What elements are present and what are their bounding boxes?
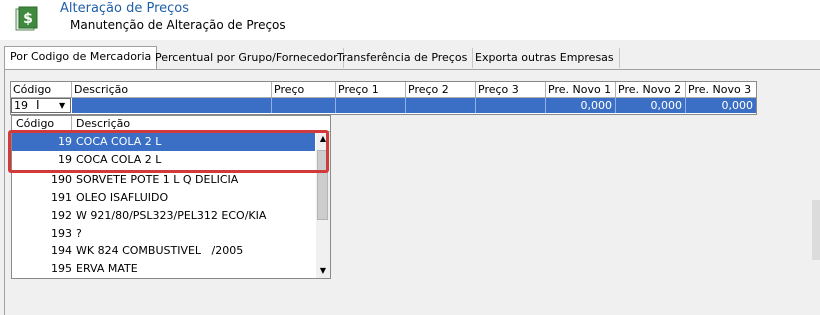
tab-bar: Por Codigo de Mercadoria Percentual por … (0, 46, 820, 70)
list-item-codigo: 193 (51, 227, 72, 240)
text-cursor-icon: I (36, 98, 40, 112)
cell-preco-1[interactable] (336, 98, 406, 113)
codigo-combo-input[interactable]: 19 I ▼ (11, 98, 71, 113)
tab-percentual[interactable]: Percentual por Grupo/Fornecedor (150, 48, 344, 68)
list-item-codigo: 190 (51, 173, 72, 186)
col-header-pre-novo-3[interactable]: Pre. Novo 3 (686, 82, 756, 98)
page-subtitle: Manutenção de Alteração de Preços (70, 18, 286, 32)
list-item-codigo: 194 (51, 244, 72, 257)
cell-pre-novo-3[interactable]: 0,000 (686, 98, 756, 113)
tab-exporta[interactable]: Exporta outras Empresas (470, 48, 620, 68)
cell-preco-3[interactable] (476, 98, 546, 113)
list-item-descricao: OLEO ISAFLUIDO (76, 191, 169, 204)
list-item-descricao: SORVETE POTE 1 L Q DELICIA (76, 173, 239, 186)
cell-preco-custo[interactable] (272, 98, 336, 113)
list-item[interactable]: 191 OLEO ISAFLUIDO (12, 189, 315, 207)
svg-text:$: $ (23, 11, 33, 27)
col-header-preco-3[interactable]: Preço 3 (476, 82, 546, 98)
col-header-preco-1[interactable]: Preço 1 (336, 82, 406, 98)
list-item[interactable]: 194 WK 824 COMBUSTIVEL /2005 (12, 242, 315, 260)
list-item-codigo: 191 (51, 191, 72, 204)
scroll-down-icon[interactable]: ▼ (316, 264, 330, 278)
chevron-down-icon[interactable]: ▼ (59, 99, 65, 112)
header: $ Alteração de Preços Manutenção de Alte… (0, 0, 820, 40)
list-item[interactable]: 193 ? (12, 225, 315, 243)
cell-preco-2[interactable] (406, 98, 476, 113)
price-grid: Código Descrição Preço Custo Preço 1 Pre… (10, 81, 757, 115)
col-header-descricao[interactable]: Descrição (72, 82, 272, 98)
list-item[interactable]: 192 W 921/80/PSL323/PEL312 ECO/KIA (12, 207, 315, 225)
tab-por-codigo[interactable]: Por Codigo de Mercadoria (4, 46, 158, 69)
highlight-box (8, 130, 329, 173)
col-header-codigo[interactable]: Código (11, 82, 72, 98)
list-item-descricao: WK 824 COMBUSTIVEL /2005 (76, 244, 244, 257)
list-item-descricao: ERVA MATE (76, 262, 138, 275)
col-header-pre-novo-2[interactable]: Pre. Novo 2 (616, 82, 686, 98)
list-item-descricao: ? (76, 227, 82, 240)
panel-scrollbar[interactable] (812, 200, 820, 260)
list-item-descricao: W 921/80/PSL323/PEL312 ECO/KIA (76, 209, 267, 222)
spreadsheet-dollar-icon: $ (15, 6, 39, 32)
list-item-codigo: 195 (51, 262, 72, 275)
list-item[interactable]: 190 SORVETE POTE 1 L Q DELICIA (12, 171, 315, 189)
col-header-pre-novo-1[interactable]: Pre. Novo 1 (546, 82, 616, 98)
cell-descricao[interactable] (72, 98, 272, 113)
cell-pre-novo-2[interactable]: 0,000 (616, 98, 686, 113)
page-title: Alteração de Preços (60, 1, 190, 16)
codigo-input-value: 19 (14, 99, 28, 112)
tab-transferencia[interactable]: Transferência de Preços (332, 48, 474, 68)
col-header-preco-2[interactable]: Preço 2 (406, 82, 476, 98)
list-item[interactable]: 195 ERVA MATE (12, 260, 315, 278)
cell-pre-novo-1[interactable]: 0,000 (546, 98, 616, 113)
col-header-preco-custo[interactable]: Preço Custo (272, 82, 336, 112)
list-item-codigo: 192 (51, 209, 72, 222)
